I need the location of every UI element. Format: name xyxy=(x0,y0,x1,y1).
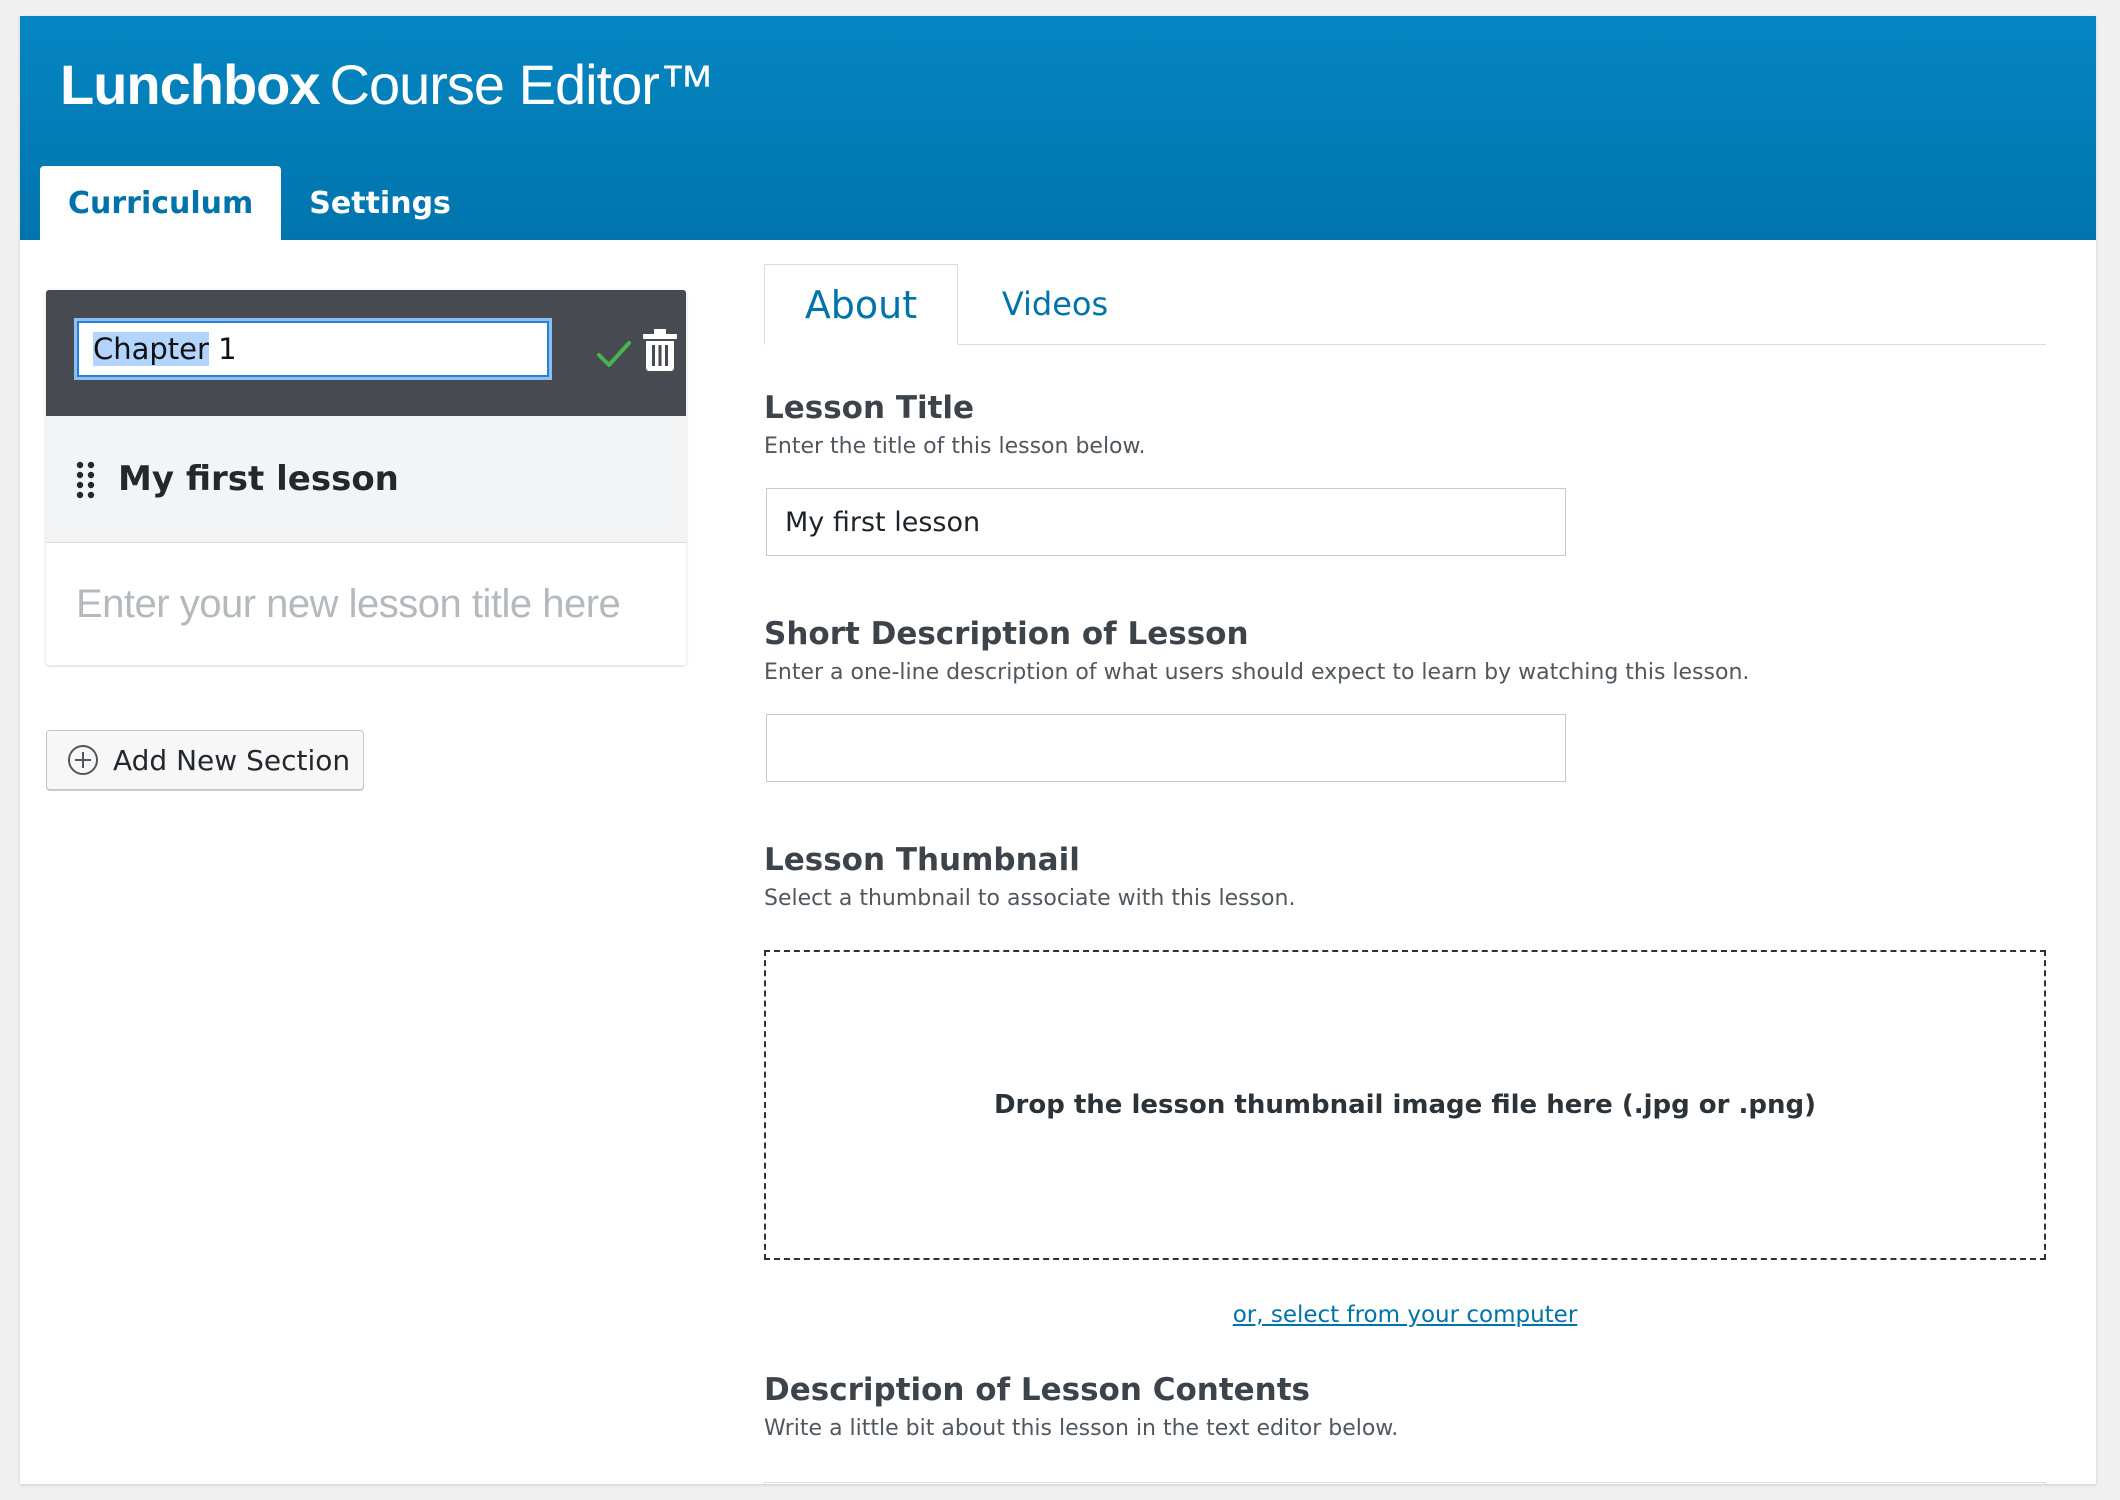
brand-name: Lunchbox xyxy=(60,53,321,116)
lesson-title-help: Enter the title of this lesson below. xyxy=(764,434,1146,459)
lesson-contents-editor[interactable] xyxy=(764,1482,2046,1484)
add-new-section-button[interactable]: Add New Section xyxy=(46,730,364,790)
select-from-computer-link[interactable]: or, select from your computer xyxy=(764,1302,2046,1328)
tab-about[interactable]: About xyxy=(764,264,958,345)
new-lesson-title-input[interactable] xyxy=(74,580,678,628)
course-editor-window: Lunchbox Course Editor™ Curriculum Settin… xyxy=(20,16,2096,1484)
short-description-label: Short Description of Lesson xyxy=(764,616,1249,652)
lesson-title-input[interactable] xyxy=(766,488,1566,556)
section-title-input[interactable]: Chapter 1 xyxy=(74,318,552,380)
lesson-tabs: About Videos xyxy=(764,264,2046,345)
short-description-help: Enter a one-line description of what use… xyxy=(764,660,1750,685)
section-title-text: 1 xyxy=(208,332,237,366)
section-card: Chapter 1 My first lesson xyxy=(46,290,686,665)
lesson-label: My first lesson xyxy=(118,459,399,499)
new-lesson-row xyxy=(46,543,686,665)
section-header: Chapter 1 xyxy=(46,290,686,416)
lesson-title-label: Lesson Title xyxy=(764,390,975,426)
check-icon[interactable] xyxy=(594,334,634,374)
lesson-contents-help: Write a little bit about this lesson in … xyxy=(764,1416,1399,1441)
add-new-section-label: Add New Section xyxy=(113,743,351,777)
thumbnail-dropzone[interactable]: Drop the lesson thumbnail image file her… xyxy=(764,950,2046,1260)
trash-icon[interactable] xyxy=(642,328,678,372)
drag-handle-icon[interactable] xyxy=(76,460,96,500)
lesson-item[interactable]: My first lesson xyxy=(46,416,686,543)
lesson-thumbnail-label: Lesson Thumbnail xyxy=(764,842,1080,878)
section-title-selected-text: Chapter xyxy=(93,332,209,366)
plus-circle-icon xyxy=(68,745,98,775)
lesson-contents-label: Description of Lesson Contents xyxy=(764,1372,1311,1408)
lesson-thumbnail-help: Select a thumbnail to associate with thi… xyxy=(764,886,1296,911)
app-title: Lunchbox Course Editor™ xyxy=(60,52,715,117)
tab-settings[interactable]: Settings xyxy=(281,166,479,240)
brand-product: Course Editor™ xyxy=(329,53,715,116)
main-tabs: Curriculum Settings xyxy=(40,166,479,240)
app-header: Lunchbox Course Editor™ Curriculum Settin… xyxy=(20,16,2096,240)
short-description-input[interactable] xyxy=(766,714,1566,782)
dropzone-text: Drop the lesson thumbnail image file her… xyxy=(993,1090,1817,1120)
tab-curriculum[interactable]: Curriculum xyxy=(40,166,282,240)
tab-videos[interactable]: Videos xyxy=(980,264,1130,344)
